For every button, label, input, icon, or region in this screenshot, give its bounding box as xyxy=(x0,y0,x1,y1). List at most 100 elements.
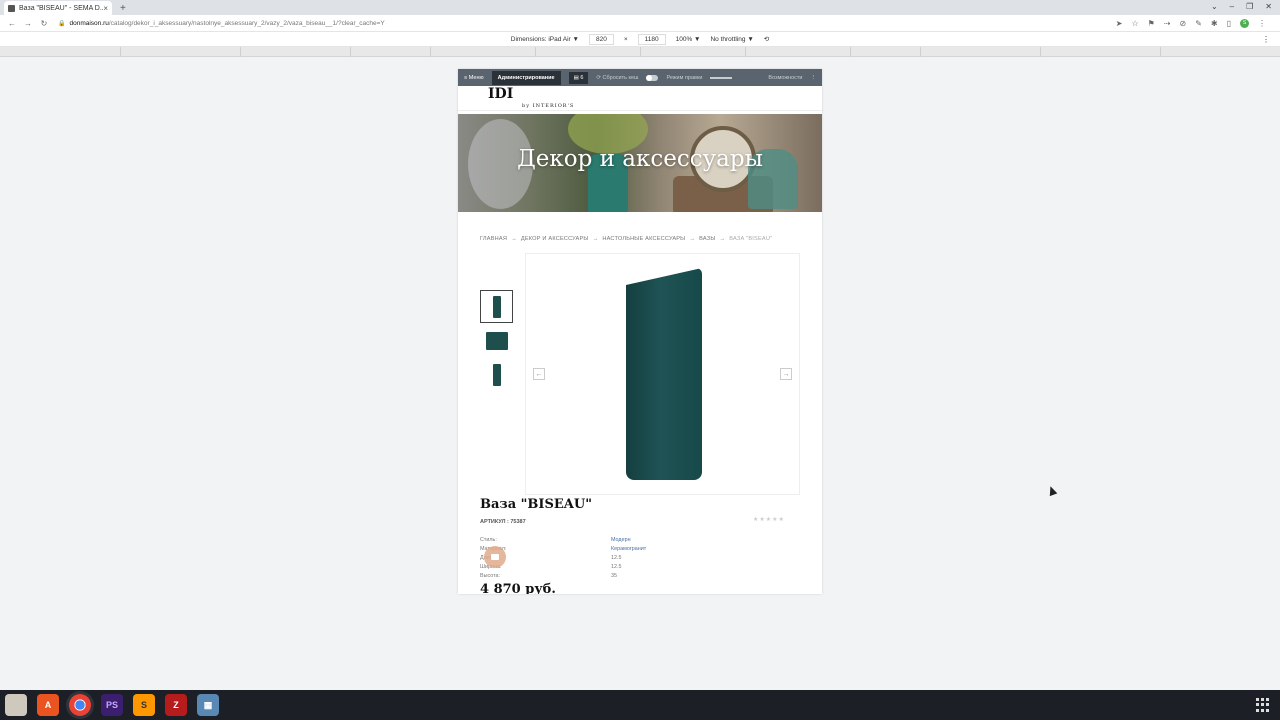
minimize-icon[interactable]: – xyxy=(1230,2,1234,11)
chat-widget-button[interactable] xyxy=(484,546,506,568)
app-grid-icon[interactable] xyxy=(1256,698,1270,712)
breadcrumb-separator: → xyxy=(689,236,696,242)
phpstorm-icon[interactable]: PS xyxy=(101,694,123,716)
product-title: Ваза "BISEAU" xyxy=(480,497,592,512)
spec-value-link[interactable]: Модерн xyxy=(611,537,631,546)
spec-value: 12.5 xyxy=(611,555,622,561)
breadcrumb-home[interactable]: ГЛАВНАЯ xyxy=(480,236,507,242)
admin-bar-right: Возможности ⋮ xyxy=(768,75,816,81)
close-tab-icon[interactable]: × xyxy=(103,4,108,13)
spec-value: 35 xyxy=(611,573,617,579)
gallery-thumbnails xyxy=(480,290,513,392)
profile-avatar[interactable]: S xyxy=(1240,18,1249,28)
spec-row: Стиль: Модерн xyxy=(480,537,800,546)
extension-icon[interactable]: ⊘ xyxy=(1179,19,1186,28)
site-header: IDI by INTERIOR'S xyxy=(458,86,822,111)
zoom-select[interactable]: 100% ▼ xyxy=(676,36,701,43)
breadcrumb-separator: → xyxy=(511,236,517,242)
url-path: /catalog/dekor_i_aksessuary/nastolnye_ak… xyxy=(108,19,385,27)
throttling-select[interactable]: No throttling ▼ xyxy=(710,36,753,43)
rotate-icon[interactable]: ⟲ xyxy=(764,35,769,43)
site-logo[interactable]: IDI xyxy=(488,86,513,102)
address-bar-row: ← → ↻ 🔒 donmaison.ru/catalog/dekor_i_aks… xyxy=(0,15,1280,31)
breadcrumb-separator: → xyxy=(592,236,599,242)
admin-kebab-icon[interactable]: ⋮ xyxy=(811,75,817,81)
breadcrumb: ГЛАВНАЯ → ДЕКОР И АКСЕССУАРЫ → НАСТОЛЬНЫ… xyxy=(480,236,772,242)
puzzle-icon[interactable]: ✱ xyxy=(1211,19,1218,28)
network-tool-icon[interactable]: ▦ xyxy=(197,694,219,716)
product-price: 4 870 руб. xyxy=(480,582,556,594)
chevron-down-icon[interactable]: ⌄ xyxy=(1211,2,1218,11)
media-query-ruler xyxy=(0,47,1280,57)
rating-stars[interactable]: ★★★★★ xyxy=(753,516,785,523)
close-window-icon[interactable]: ✕ xyxy=(1265,2,1272,11)
thumbnail-2[interactable] xyxy=(480,324,513,357)
chrome-icon[interactable] xyxy=(69,694,91,716)
maximize-icon[interactable]: ❐ xyxy=(1246,2,1253,11)
administration-button[interactable]: Администрирование xyxy=(491,70,561,85)
category-title: Декор и аксессуары xyxy=(517,146,763,172)
thumbnail-1[interactable] xyxy=(480,290,513,323)
device-toolbar: Dimensions: iPad Air ▼ 820 × 1180 100% ▼… xyxy=(0,31,1280,47)
spec-row: Материал:Керамогранит xyxy=(480,546,800,555)
times-sign: × xyxy=(623,35,628,43)
breadcrumb-vases[interactable]: ВАЗЫ xyxy=(699,236,715,242)
mouse-cursor-icon xyxy=(1046,484,1058,497)
viewport-height-input[interactable]: 1180 xyxy=(637,33,666,45)
pen-icon[interactable]: ✎ xyxy=(1195,19,1202,28)
tab-title: Ваза "BISEAU" - SEMA D... xyxy=(19,4,104,12)
site-logo-subtitle: by INTERIOR'S xyxy=(522,103,575,109)
vase-thumbnail-image xyxy=(492,363,501,386)
browser-tab[interactable]: Ваза "BISEAU" - SEMA D... × xyxy=(4,1,112,15)
spec-row: Высота: 35 xyxy=(480,573,800,582)
new-tab-button[interactable]: + xyxy=(120,3,126,14)
edit-mode-label: Режим правки xyxy=(666,74,703,81)
star-icon[interactable]: ☆ xyxy=(1131,19,1138,28)
viewport-width-input[interactable]: 820 xyxy=(588,33,614,45)
filezilla-icon[interactable]: Z xyxy=(165,694,187,716)
breadcrumb-table-accessories[interactable]: НАСТОЛЬНЫЕ АКСЕССУАРЫ xyxy=(602,236,685,242)
browser-extensions: ➤ ☆ ⚑ ⇢ ⊘ ✎ ✱ ▯ S ⋮ xyxy=(1116,18,1266,28)
lock-icon: 🔒 xyxy=(58,20,66,27)
kebab-menu-icon[interactable]: ⋮ xyxy=(1258,19,1266,28)
spec-value-link[interactable]: Керамогранит xyxy=(611,546,646,555)
url-host: donmaison.ru xyxy=(69,19,109,27)
browser-tab-bar: Ваза "BISEAU" - SEMA D... × + ⌄ – ❐ ✕ xyxy=(0,0,1280,15)
spec-key: Стиль: xyxy=(480,537,497,543)
forward-icon[interactable]: → xyxy=(24,19,32,28)
admin-menu-button[interactable]: ≡ Меню xyxy=(464,75,484,81)
edit-mode-slider[interactable] xyxy=(710,76,733,79)
device-dimensions-select[interactable]: Dimensions: iPad Air ▼ xyxy=(511,36,579,43)
admin-bar: ≡ Меню Администрирование ▤ 6 ⟳ Сбросить … xyxy=(458,69,822,86)
spec-row: Ширина:12.5 xyxy=(480,564,800,573)
device-kebab-icon[interactable]: ⋮ xyxy=(1262,35,1270,44)
sublime-text-icon[interactable]: S xyxy=(133,694,155,716)
sidebar-icon[interactable]: ▯ xyxy=(1227,19,1231,28)
vase-image xyxy=(626,268,702,480)
capabilities-button[interactable]: Возможности xyxy=(768,75,802,81)
software-store-icon[interactable]: A xyxy=(37,694,59,716)
clear-cache-button[interactable]: ⟳ Сбросить кеш xyxy=(596,75,638,81)
hero-banner: Декор и аксессуары xyxy=(458,114,822,212)
site-favicon-icon xyxy=(8,4,15,12)
product-main-image[interactable]: ← → xyxy=(525,253,800,495)
extension-icon[interactable]: ⇢ xyxy=(1164,19,1171,28)
breadcrumb-decor[interactable]: ДЕКОР И АКСЕССУАРЫ xyxy=(521,236,589,242)
vase-thumbnail-image xyxy=(485,331,508,350)
back-icon[interactable]: ← xyxy=(8,19,16,28)
reload-icon[interactable]: ↻ xyxy=(40,19,48,28)
notifications-button[interactable]: ▤ 6 xyxy=(568,71,589,84)
thumbnail-3[interactable] xyxy=(480,358,513,391)
notifications-count: 6 xyxy=(580,74,584,81)
product-sku: АРТИКУЛ : 75387 xyxy=(480,519,526,525)
edit-mode-toggle[interactable] xyxy=(646,74,659,81)
files-app-icon[interactable] xyxy=(5,694,27,716)
device-viewport: ≡ Меню Администрирование ▤ 6 ⟳ Сбросить … xyxy=(458,69,822,594)
url-field[interactable]: 🔒 donmaison.ru/catalog/dekor_i_aksessuar… xyxy=(58,20,1116,27)
gallery-next-button[interactable]: → xyxy=(780,368,792,380)
breadcrumb-separator: → xyxy=(719,236,726,242)
extension-icon[interactable]: ⚑ xyxy=(1148,19,1155,28)
window-controls: ⌄ – ❐ ✕ xyxy=(1211,2,1272,11)
send-icon[interactable]: ➤ xyxy=(1116,19,1123,28)
gallery-prev-button[interactable]: ← xyxy=(533,368,545,380)
